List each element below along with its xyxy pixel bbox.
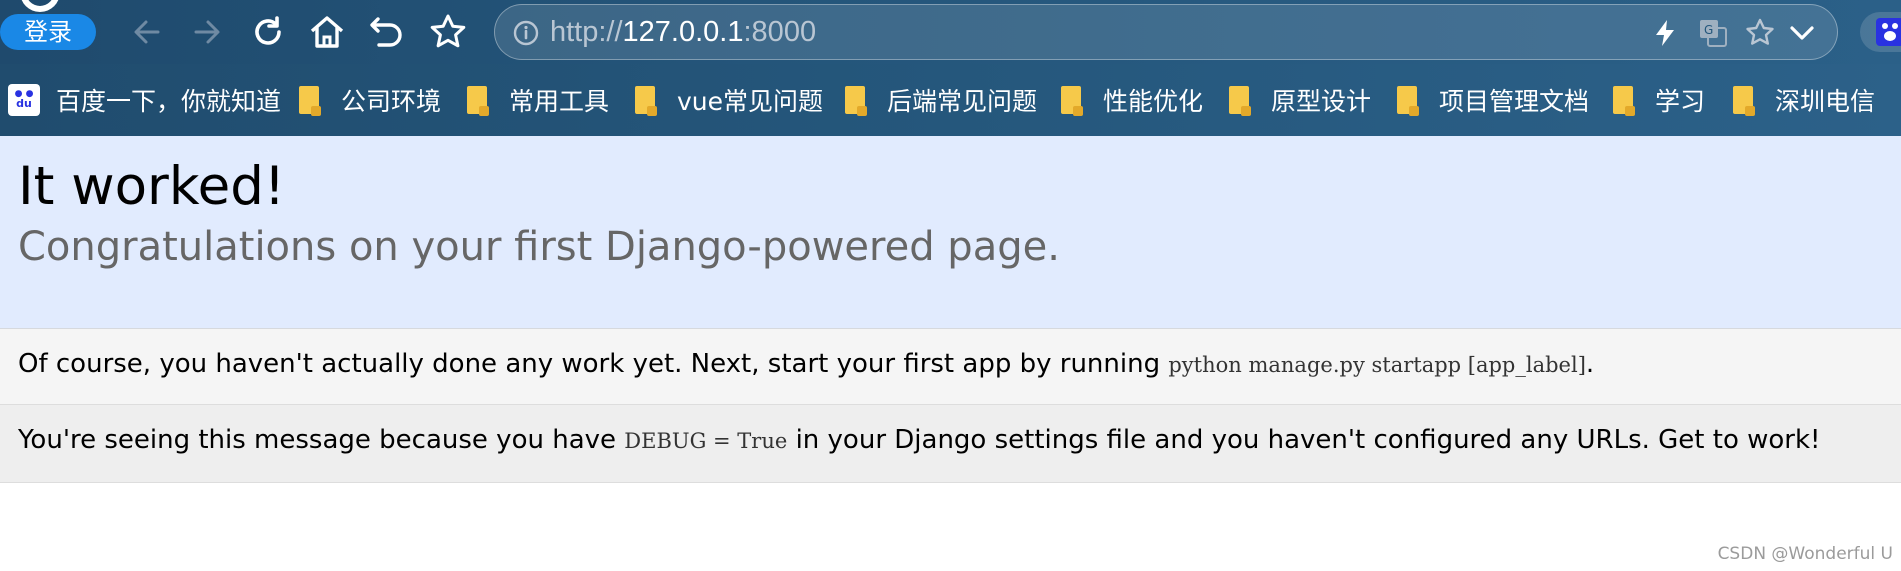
summary-section: It worked! Congratulations on your first… <box>0 136 1901 329</box>
lightning-icon[interactable] <box>1653 19 1677 47</box>
browser-toolbar: 登录 http://127.0.0.1:8000 G <box>0 0 1901 64</box>
bookmark-label: 性能优化 <box>1103 87 1204 116</box>
bookmark-folder-common-tools[interactable]: 常用工具 <box>467 82 609 118</box>
extension-button[interactable] <box>1860 12 1901 52</box>
chevron-down-icon[interactable] <box>1789 21 1815 45</box>
bookmark-label: 学习 <box>1655 87 1706 116</box>
bookmark-label: 后端常见问题 <box>887 87 1038 116</box>
csdn-watermark: CSDN @Wonderful U <box>1717 544 1893 564</box>
bookmark-folder-shenzhen-telecom[interactable]: 深圳电信 <box>1733 82 1875 118</box>
favorite-star-icon[interactable] <box>1745 18 1775 48</box>
back-icon[interactable] <box>127 12 167 52</box>
bookmark-folder-study[interactable]: 学习 <box>1613 82 1705 118</box>
bookmark-folder-project-docs[interactable]: 项目管理文档 <box>1397 82 1589 118</box>
baidu-paw-icon <box>1876 18 1901 46</box>
page-subtitle: Congratulations on your first Django-pow… <box>18 224 1060 270</box>
url-text[interactable]: http://127.0.0.1:8000 <box>550 15 816 49</box>
bookmark-label: 项目管理文档 <box>1439 87 1590 116</box>
url-port: :8000 <box>743 16 817 48</box>
explanation-tail: in your Django settings file and you hav… <box>787 425 1821 455</box>
translate-icon[interactable]: G <box>1698 18 1728 48</box>
address-bar[interactable]: http://127.0.0.1:8000 G <box>494 4 1838 60</box>
startapp-command-code: python manage.py startapp [app_label] <box>1168 353 1586 377</box>
site-info-icon[interactable] <box>513 20 539 46</box>
bookmark-baidu[interactable]: du 百度一下，你就知道 <box>8 74 282 118</box>
home-icon[interactable] <box>307 12 347 52</box>
folder-icon <box>1061 86 1083 116</box>
browser-logo-icon <box>20 0 60 12</box>
url-host: 127.0.0.1 <box>622 16 744 48</box>
instructions-text: Of course, you haven't actually done any… <box>18 349 1594 379</box>
bookmark-label: 常用工具 <box>509 87 610 116</box>
baidu-icon: du <box>8 74 40 116</box>
bookmark-label: 原型设计 <box>1271 87 1372 116</box>
bookmark-folder-vue-faq[interactable]: vue常见问题 <box>635 82 823 118</box>
bookmark-label: vue常见问题 <box>677 87 824 116</box>
folder-icon <box>845 86 867 116</box>
reload-icon[interactable] <box>248 12 288 52</box>
svg-text:G: G <box>1704 23 1713 37</box>
bookmark-folder-performance[interactable]: 性能优化 <box>1061 82 1203 118</box>
folder-icon <box>1613 86 1635 116</box>
folder-icon <box>1733 86 1755 116</box>
bookmark-label: 公司环境 <box>341 87 442 116</box>
undo-icon[interactable] <box>367 12 407 52</box>
bookmark-star-icon[interactable] <box>428 12 468 52</box>
bookmark-folder-backend-faq[interactable]: 后端常见问题 <box>845 82 1037 118</box>
folder-icon <box>1229 86 1251 116</box>
instructions-period: . <box>1585 349 1595 379</box>
debug-setting-code: DEBUG = True <box>624 429 788 453</box>
bookmark-folder-company-env[interactable]: 公司环境 <box>299 82 441 118</box>
forward-icon[interactable] <box>187 12 227 52</box>
folder-icon <box>467 86 489 116</box>
explanation-text: You're seeing this message because you h… <box>18 425 1820 455</box>
explanation-lead: You're seeing this message because you h… <box>18 425 625 455</box>
explanation-section: You're seeing this message because you h… <box>0 405 1901 483</box>
folder-icon <box>1397 86 1419 116</box>
instructions-section: Of course, you haven't actually done any… <box>0 329 1901 405</box>
page-title: It worked! <box>18 156 286 217</box>
bookmark-label: 深圳电信 <box>1775 87 1876 116</box>
bookmark-label: 百度一下，你就知道 <box>56 87 282 116</box>
login-button[interactable]: 登录 <box>0 14 96 50</box>
bookmark-folder-prototype[interactable]: 原型设计 <box>1229 82 1371 118</box>
bookmarks-bar: du 百度一下，你就知道 公司环境 常用工具 vue常见问题 后端常见问题 性能… <box>0 64 1901 136</box>
url-scheme: http:// <box>550 16 623 48</box>
folder-icon <box>635 86 657 116</box>
instructions-lead: Of course, you haven't actually done any… <box>18 349 1169 379</box>
login-label: 登录 <box>24 18 72 46</box>
folder-icon <box>299 86 321 116</box>
